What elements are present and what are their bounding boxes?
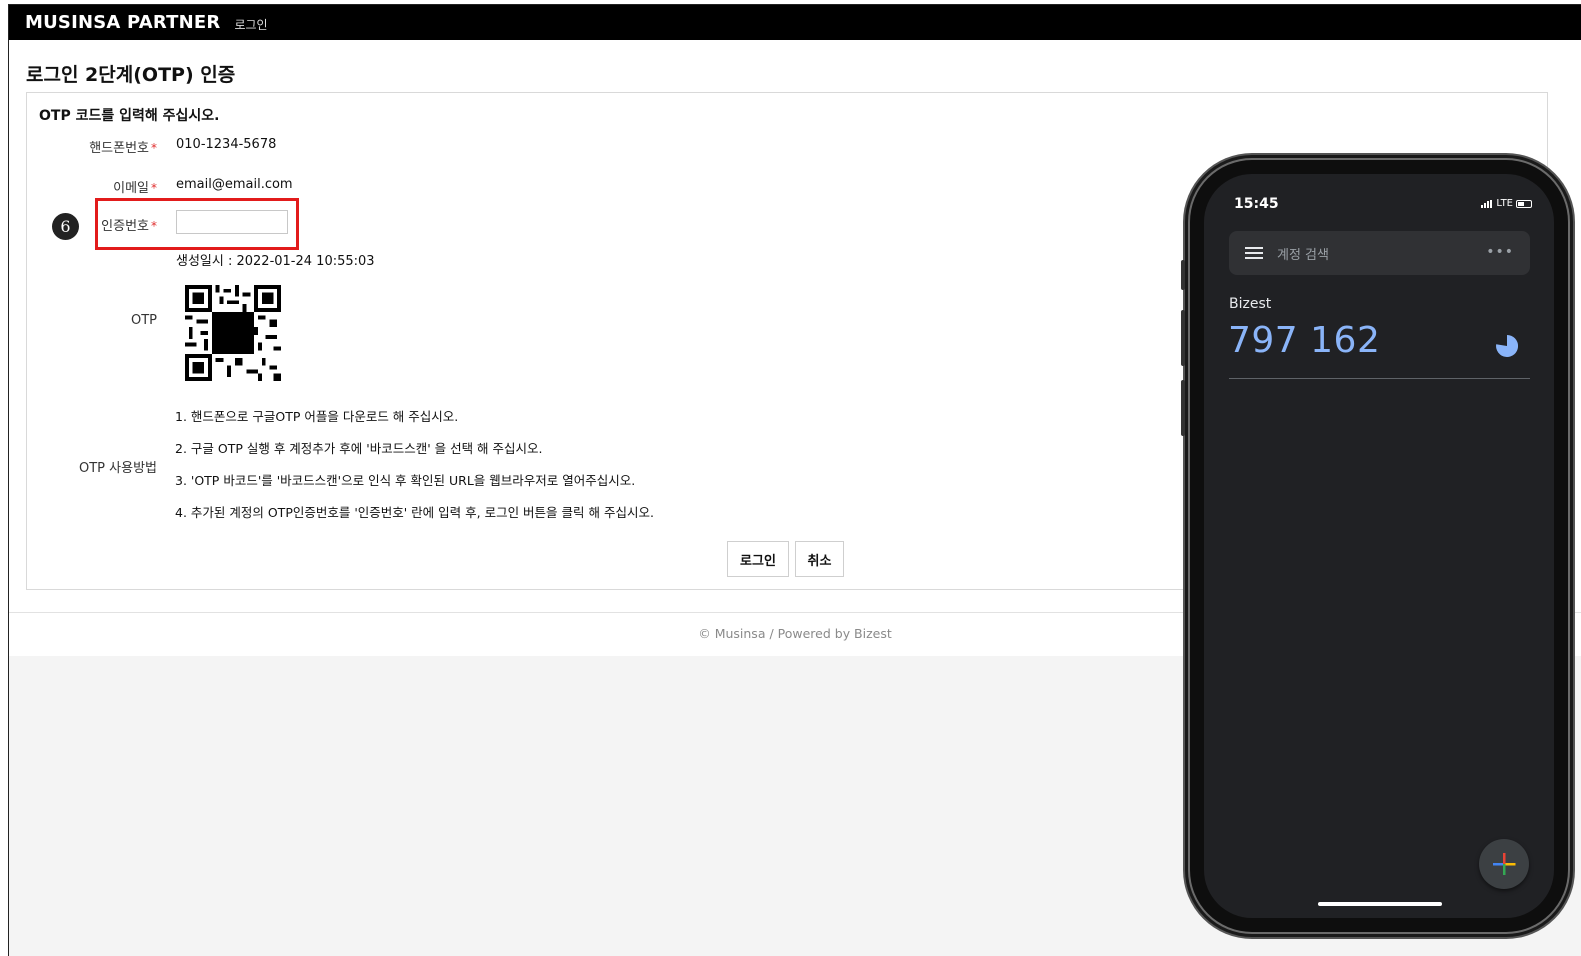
email-value: email@email.com [176,177,293,192]
otp-usage-label: OTP 사용방법 [79,461,157,476]
phone-side-button [1181,380,1185,436]
brand-logo[interactable]: MUSINSA PARTNER [25,12,220,33]
created-datetime: 생성일시 : 2022-01-24 10:55:03 [176,254,375,269]
phone-value: 010-1234-5678 [176,137,277,152]
search-placeholder[interactable]: 계정 검색 [1277,244,1329,263]
usage-step: 3. 'OTP 바코드'를 '바코드스캔'으로 인식 후 확인된 URL을 웹브… [175,473,636,488]
phone-mockup: 15:45 LTE 계정 검색 ••• Bizest 797 162 [1181,160,1568,932]
more-icon[interactable]: ••• [1486,244,1514,260]
phone-label: 핸드폰번호 * [27,137,157,156]
cancel-button[interactable]: 취소 [795,541,844,577]
signal-icon [1481,199,1493,208]
phone-label-text: 핸드폰번호 [89,141,149,156]
page-title: 로그인 2단계(OTP) 인증 [26,64,236,86]
step-number-badge: 6 [52,213,79,240]
status-time: 15:45 [1234,196,1279,212]
add-icon [1493,853,1516,875]
phone-side-button [1181,260,1185,290]
account-divider [1229,378,1530,379]
email-label-text: 이메일 [113,181,149,196]
status-icons: LTE [1481,198,1532,209]
usage-step: 4. 추가된 계정의 OTP인증번호를 '인증번호' 란에 입력 후, 로그인 … [175,505,654,520]
timer-icon [1496,335,1518,357]
menu-icon[interactable] [1245,247,1263,259]
otp-label: OTP [130,313,157,328]
login-button[interactable]: 로그인 [727,541,789,577]
account-name: Bizest [1229,296,1272,312]
header-subtitle: 로그인 [234,17,268,32]
required-mark: * [151,141,157,155]
usage-step: 2. 구글 OTP 실행 후 계정추가 후에 '바코드스캔' 을 선택 해 주십… [175,441,543,456]
phone-side-button [1181,310,1185,366]
account-search-bar[interactable]: 계정 검색 ••• [1229,231,1530,275]
add-account-button[interactable] [1479,839,1529,889]
battery-icon [1516,199,1532,208]
form-heading: OTP 코드를 입력해 주십시오. [39,108,220,124]
required-mark: * [151,181,157,195]
otp-code[interactable]: 797 162 [1228,320,1380,361]
email-label: 이메일 * [27,177,157,196]
usage-step: 1. 핸드폰으로 구글OTP 어플을 다운로드 해 주십시오. [175,409,459,424]
network-type: LTE [1496,198,1513,209]
top-header: MUSINSA PARTNER 로그인 [9,5,1581,40]
highlight-box [95,198,299,250]
authenticator-screen: 15:45 LTE 계정 검색 ••• Bizest 797 162 [1204,174,1554,918]
otp-qr-code [185,285,281,381]
otp-usage-steps: 1. 핸드폰으로 구글OTP 어플을 다운로드 해 주십시오. 2. 구글 OT… [175,407,654,535]
home-indicator [1318,902,1442,906]
